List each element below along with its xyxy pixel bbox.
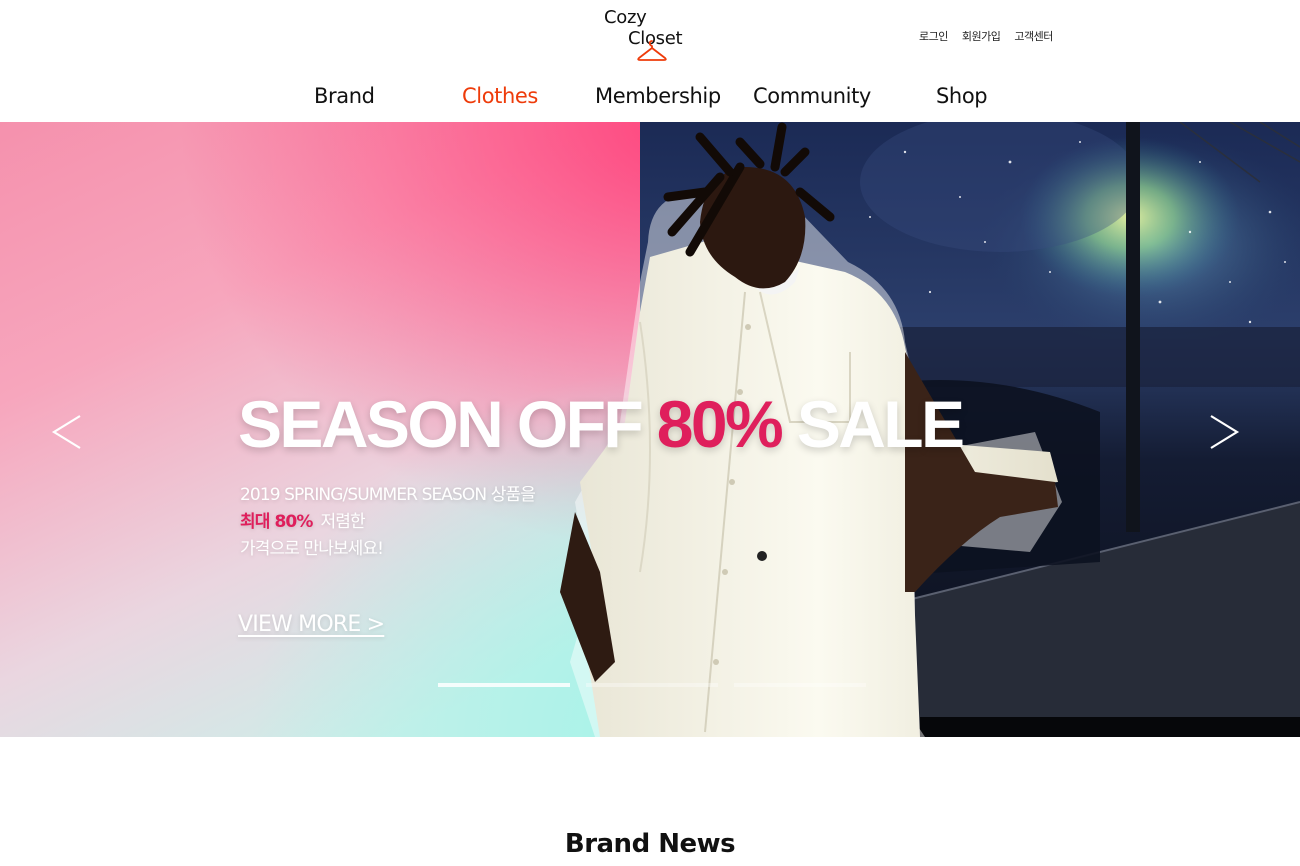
nav-item-shop[interactable]: Shop — [936, 82, 988, 110]
main-nav: Brand Clothes Membership Community Shop — [0, 82, 1300, 112]
nav-item-membership[interactable]: Membership — [595, 82, 721, 110]
slider-indicator-1[interactable] — [438, 683, 570, 687]
slider-prev-button[interactable] — [48, 410, 88, 454]
hanger-icon — [637, 40, 667, 61]
hero-subtitle: 2019 SPRING/SUMMER SEASON 상품을 최대 80% 저렴한 … — [240, 482, 536, 563]
hero-title-pre: SEASON OFF — [238, 387, 657, 461]
slider-next-button[interactable] — [1203, 410, 1243, 454]
utility-links: 로그인 회원가입 고객센터 — [919, 28, 1053, 44]
view-more-link[interactable]: VIEW MORE > — [238, 610, 385, 640]
hero-subtitle-line2-rest: 저렴한 — [320, 512, 366, 532]
hero-subtitle-line3: 가격으로 만나보세요! — [240, 539, 384, 559]
nav-item-community[interactable]: Community — [753, 82, 871, 110]
chevron-left-icon — [51, 415, 81, 449]
signup-link[interactable]: 회원가입 — [962, 28, 1001, 44]
slider-indicator-3[interactable] — [734, 683, 866, 687]
chevron-right-icon — [1210, 415, 1240, 449]
nav-item-clothes[interactable]: Clothes — [462, 82, 538, 110]
slider-indicator-2[interactable] — [586, 683, 718, 687]
customer-center-link[interactable]: 고객센터 — [1014, 28, 1053, 44]
login-link[interactable]: 로그인 — [919, 28, 948, 44]
brand-news-title: Brand News — [564, 829, 736, 859]
slider-indicators — [438, 683, 866, 687]
hero-subtitle-line2: 최대 80% 저렴한 — [240, 509, 535, 536]
site-logo[interactable]: Cozy Closet — [603, 8, 689, 64]
site-header: Cozy Closet 로그인 회원가입 고객센터 Brand Clothes … — [0, 0, 1300, 122]
logo-text-cozy: Cozy — [604, 7, 647, 28]
hero-title-post: SALE — [781, 387, 965, 461]
nav-item-brand[interactable]: Brand — [314, 82, 375, 110]
hero-subtitle-highlight: 최대 80% — [240, 512, 313, 532]
hero-subtitle-line1: 2019 SPRING/SUMMER SEASON 상품을 — [240, 485, 536, 505]
hero-slider: SEASON OFF 80% SALE 2019 SPRING/SUMMER S… — [0, 122, 1300, 737]
hero-title: SEASON OFF 80% SALE — [238, 384, 965, 464]
hero-title-highlight: 80% — [656, 387, 784, 461]
